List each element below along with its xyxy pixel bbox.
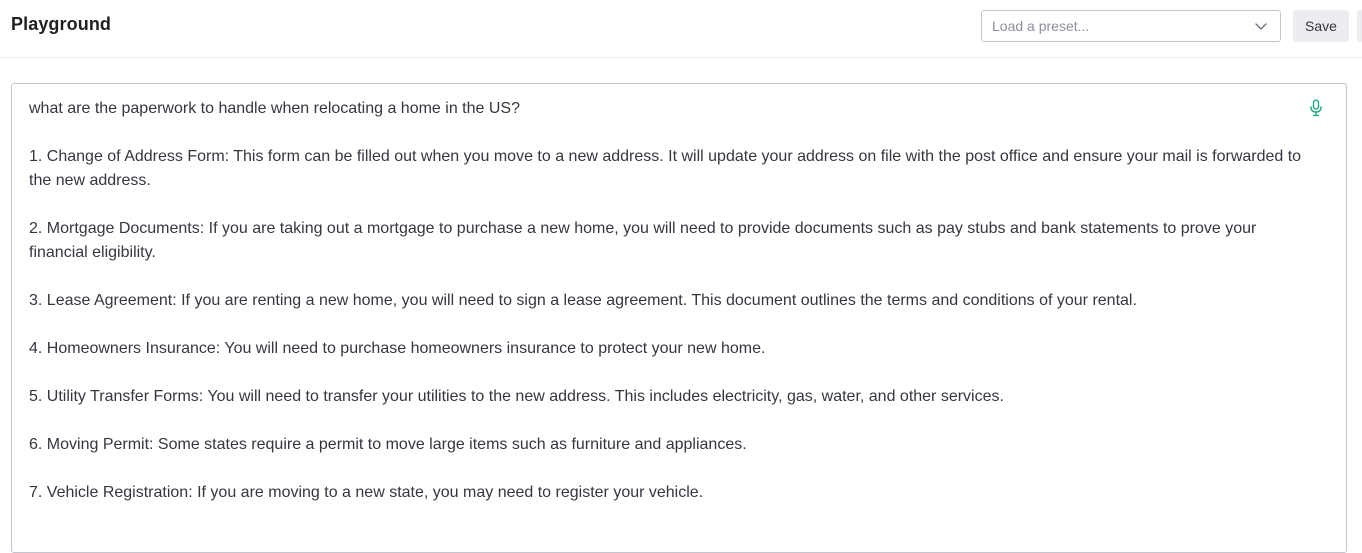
prompt-paragraph: 1. Change of Address Form: This form can… bbox=[29, 148, 1302, 189]
preset-select[interactable]: Load a preset... bbox=[981, 10, 1281, 42]
save-button[interactable]: Save bbox=[1293, 10, 1349, 42]
preset-placeholder: Load a preset... bbox=[992, 18, 1090, 34]
prompt-editor[interactable]: what are the paperwork to handle when re… bbox=[11, 83, 1347, 553]
prompt-paragraph: 4. Homeowners Insurance: You will need t… bbox=[29, 340, 766, 357]
prompt-paragraph: what are the paperwork to handle when re… bbox=[29, 100, 520, 117]
prompt-text[interactable]: what are the paperwork to handle when re… bbox=[29, 97, 1309, 529]
prompt-paragraph: 2. Mortgage Documents: If you are taking… bbox=[29, 220, 1257, 261]
page-title: Playground bbox=[11, 14, 112, 34]
more-options-button[interactable] bbox=[1357, 10, 1362, 42]
microphone-icon[interactable] bbox=[1308, 99, 1324, 117]
chevron-down-icon bbox=[1255, 23, 1267, 30]
prompt-paragraph: 5. Utility Transfer Forms: You will need… bbox=[29, 388, 1004, 405]
prompt-paragraph: 6. Moving Permit: Some states require a … bbox=[29, 436, 747, 453]
prompt-paragraph: 7. Vehicle Registration: If you are movi… bbox=[29, 484, 704, 501]
header: Playground Load a preset... Save bbox=[0, 0, 1362, 58]
prompt-paragraph: 3. Lease Agreement: If you are renting a… bbox=[29, 292, 1137, 309]
